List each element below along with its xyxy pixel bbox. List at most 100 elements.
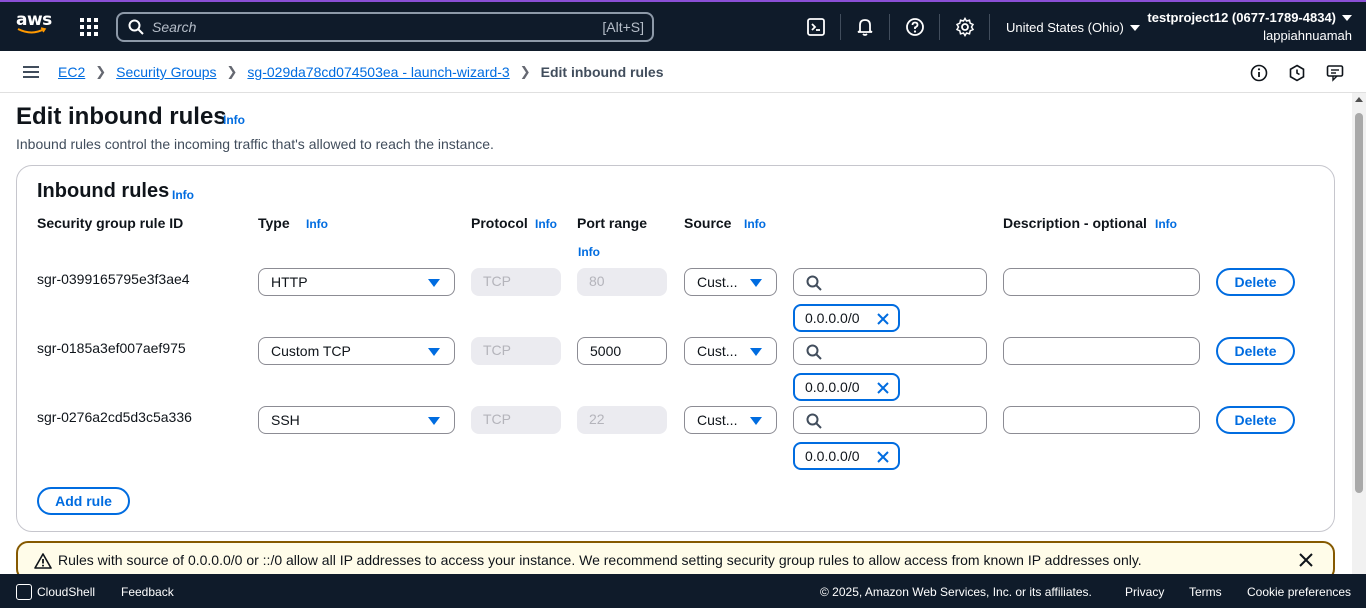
cidr-token: 0.0.0.0/0 — [793, 304, 900, 332]
rule-id: sgr-0276a2cd5d3c5a336 — [37, 409, 192, 425]
aws-logo[interactable]: aws — [16, 10, 52, 40]
protocol-field: TCP — [471, 268, 561, 296]
username: lappiahnuamah — [1263, 28, 1352, 43]
card-title: Inbound rules — [37, 180, 170, 202]
search-shortcut: [Alt+S] — [602, 19, 644, 35]
feedback-link[interactable]: Feedback — [121, 585, 174, 599]
source-select[interactable]: Cust... — [684, 268, 777, 296]
rule-id: sgr-0185a3ef007aef975 — [37, 340, 186, 356]
privacy-link[interactable]: Privacy — [1125, 585, 1164, 599]
terms-link[interactable]: Terms — [1189, 585, 1222, 599]
breadcrumb: EC2 ❯ Security Groups ❯ sg-029da78cd0745… — [58, 64, 664, 80]
delete-button[interactable]: Delete — [1216, 406, 1295, 434]
info-icon[interactable] — [1250, 64, 1268, 82]
page-title: Edit inbound rules — [16, 103, 227, 130]
close-icon[interactable] — [1297, 551, 1315, 569]
chevron-down-icon — [1342, 15, 1352, 21]
delete-button[interactable]: Delete — [1216, 337, 1295, 365]
scrollbar[interactable] — [1352, 93, 1366, 574]
help-icon[interactable] — [905, 17, 925, 37]
breadcrumb-current: Edit inbound rules — [540, 64, 664, 80]
page-info-link[interactable]: Info — [223, 113, 245, 127]
type-info-link[interactable]: Info — [306, 217, 328, 231]
search-icon — [806, 275, 822, 291]
top-navigation: aws [Alt+S] United States (Ohio) testpro… — [0, 0, 1366, 51]
type-select[interactable]: Custom TCP — [258, 337, 455, 365]
cidr-token: 0.0.0.0/0 — [793, 373, 900, 401]
cidr-search-input[interactable] — [793, 406, 987, 434]
aws-logo-text: aws — [16, 10, 52, 30]
chevron-right-icon: ❯ — [95, 64, 107, 79]
cidr-search-input[interactable] — [793, 337, 987, 365]
cloudshell-link[interactable]: CloudShell — [37, 585, 95, 599]
cookie-preferences-link[interactable]: Cookie preferences — [1247, 585, 1351, 599]
protocol-info-link[interactable]: Info — [535, 217, 557, 231]
account-name: testproject12 (0677-1789-4834) — [1147, 10, 1336, 25]
close-icon[interactable] — [876, 450, 890, 464]
breadcrumb-bar: EC2 ❯ Security Groups ❯ sg-029da78cd0745… — [0, 51, 1366, 93]
search-icon — [128, 19, 144, 35]
port-range-info-link[interactable]: Info — [578, 245, 600, 259]
warning-icon — [34, 553, 52, 569]
inbound-rules-card: Inbound rules Info Security group rule I… — [16, 165, 1335, 532]
caret-down-icon — [750, 348, 762, 356]
description-info-link[interactable]: Info — [1155, 217, 1177, 231]
delete-button[interactable]: Delete — [1216, 268, 1295, 296]
copyright: © 2025, Amazon Web Services, Inc. or its… — [820, 585, 1092, 599]
rule-id: sgr-0399165795e3f3ae4 — [37, 271, 190, 287]
cidr-search-input[interactable] — [793, 268, 987, 296]
breadcrumb-security-groups[interactable]: Security Groups — [116, 64, 216, 80]
col-port-range: Port range — [577, 215, 648, 231]
caret-down-icon — [750, 279, 762, 287]
caret-down-icon — [428, 279, 440, 287]
col-description: Description - optional — [1003, 215, 1147, 231]
settings-icon[interactable] — [955, 17, 975, 37]
warning-text: Rules with source of 0.0.0.0/0 or ::/0 a… — [58, 552, 1142, 568]
description-input[interactable] — [1003, 337, 1200, 365]
protocol-field: TCP — [471, 406, 561, 434]
chevron-down-icon — [1129, 25, 1140, 31]
region-selector[interactable]: United States (Ohio) — [1006, 20, 1140, 35]
search-icon — [806, 344, 822, 360]
description-input[interactable] — [1003, 268, 1200, 296]
col-source: Source — [684, 215, 732, 231]
cloudshell-icon[interactable] — [16, 584, 32, 600]
col-type: Type — [258, 215, 290, 231]
protocol-field: TCP — [471, 337, 561, 365]
caret-down-icon — [750, 417, 762, 425]
type-select[interactable]: SSH — [258, 406, 455, 434]
search-input[interactable] — [152, 17, 552, 37]
close-icon[interactable] — [876, 312, 890, 326]
chevron-right-icon: ❯ — [519, 64, 531, 79]
type-select[interactable]: HTTP — [258, 268, 455, 296]
caret-down-icon — [428, 348, 440, 356]
cloudshell-icon[interactable] — [806, 17, 826, 37]
page-description: Inbound rules control the incoming traff… — [16, 136, 494, 152]
search-bar[interactable]: [Alt+S] — [116, 12, 654, 42]
services-menu-icon[interactable] — [80, 18, 98, 36]
menu-icon[interactable] — [23, 66, 39, 78]
port-range-input[interactable]: 5000 — [577, 337, 667, 365]
cidr-token: 0.0.0.0/0 — [793, 442, 900, 470]
caret-down-icon — [428, 417, 440, 425]
close-icon[interactable] — [876, 381, 890, 395]
history-icon[interactable] — [1288, 64, 1306, 82]
add-rule-button[interactable]: Add rule — [37, 487, 130, 515]
col-rule-id: Security group rule ID — [37, 215, 184, 231]
feedback-icon[interactable] — [1326, 64, 1344, 82]
bell-icon[interactable] — [855, 17, 875, 37]
footer: CloudShell Feedback © 2025, Amazon Web S… — [0, 574, 1366, 608]
source-select[interactable]: Cust... — [684, 337, 777, 365]
account-menu[interactable]: testproject12 (0677-1789-4834) lappiahnu… — [1147, 9, 1352, 45]
source-select[interactable]: Cust... — [684, 406, 777, 434]
col-protocol: Protocol — [471, 215, 528, 231]
source-info-link[interactable]: Info — [744, 217, 766, 231]
main-content: Edit inbound rules Info Inbound rules co… — [0, 93, 1352, 574]
chevron-right-icon: ❯ — [226, 64, 238, 79]
port-range-field: 22 — [577, 406, 667, 434]
breadcrumb-ec2[interactable]: EC2 — [58, 64, 85, 80]
breadcrumb-security-group[interactable]: sg-029da78cd074503ea - launch-wizard-3 — [247, 64, 509, 80]
card-info-link[interactable]: Info — [172, 188, 194, 202]
description-input[interactable] — [1003, 406, 1200, 434]
search-icon — [806, 413, 822, 429]
